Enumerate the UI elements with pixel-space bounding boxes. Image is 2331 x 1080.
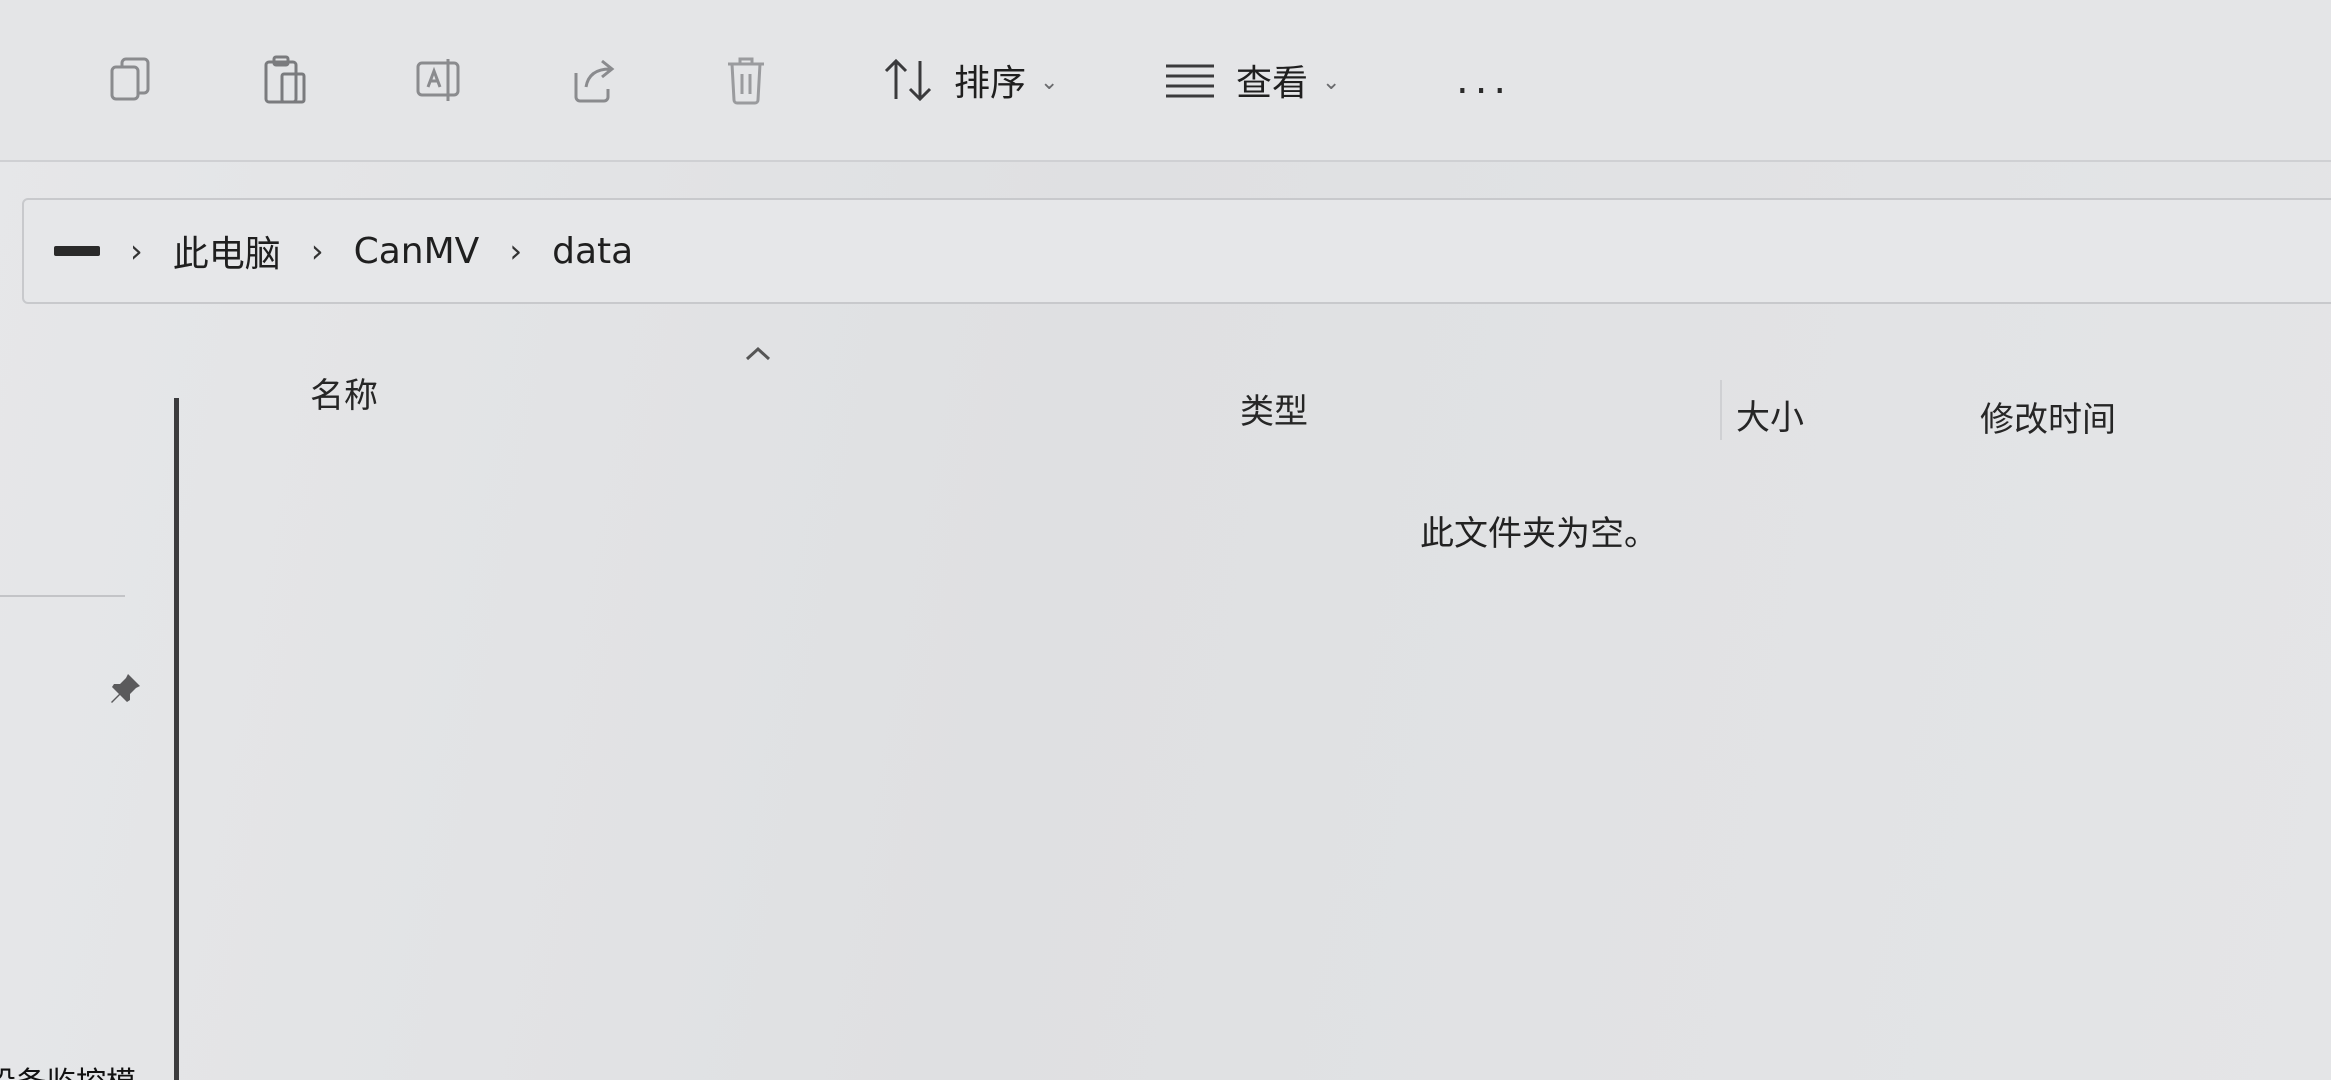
breadcrumb-this-pc[interactable]: 此电脑 (173, 225, 281, 277)
column-separator[interactable] (1720, 380, 1722, 440)
pane-splitter[interactable] (174, 398, 179, 1080)
chevron-right-icon: › (130, 232, 143, 270)
delete-icon (728, 57, 764, 105)
sort-ascending-icon (744, 346, 772, 366)
view-button[interactable]: 查看 ⌄ (1162, 52, 1340, 108)
rename-icon (416, 59, 460, 101)
share-icon (574, 59, 615, 103)
column-header-modified[interactable]: 修改时间 (1980, 392, 2116, 441)
sort-icon (884, 58, 932, 102)
paste-icon (264, 55, 306, 104)
more-icon: ... (1456, 57, 1513, 103)
column-header-name[interactable]: 名称 (310, 368, 378, 417)
empty-folder-message: 此文件夹为空。 (1420, 514, 1658, 554)
nav-divider (0, 595, 125, 597)
breadcrumb-canmv[interactable]: CanMV (354, 231, 480, 272)
list-view-icon (1166, 64, 1214, 98)
chevron-down-icon: ⌄ (1322, 69, 1341, 95)
sort-label: 排序 (954, 63, 1027, 104)
chevron-right-icon: › (310, 232, 324, 270)
column-header-type[interactable]: 类型 (1240, 384, 1308, 433)
copy-icon (110, 57, 150, 101)
more-options-button[interactable]: ... (1456, 52, 1512, 108)
share-button[interactable] (570, 52, 618, 108)
sort-button[interactable]: 排序 ⌄ (880, 52, 1058, 108)
navigation-pane (0, 330, 178, 1080)
column-header-size[interactable]: 大小 (1736, 390, 1804, 439)
rename-button[interactable] (414, 52, 466, 108)
drive-icon (54, 246, 100, 256)
breadcrumb-data[interactable]: data (552, 231, 633, 272)
file-explorer-window: 排序 ⌄ 查看 ⌄ ... › 此电脑 › CanMV › data 设备监控模 (0, 0, 2331, 1080)
copy-button[interactable] (108, 52, 154, 108)
command-bar: 排序 ⌄ 查看 ⌄ ... (0, 0, 2331, 162)
view-label: 查看 (1236, 63, 1309, 104)
pin-icon[interactable] (108, 672, 142, 710)
delete-button[interactable] (724, 52, 768, 108)
chevron-down-icon: ⌄ (1040, 69, 1059, 95)
chevron-right-icon: › (509, 232, 523, 270)
nav-item-partial[interactable]: 设备监控模 (0, 1058, 136, 1080)
paste-button[interactable] (262, 52, 310, 108)
breadcrumb[interactable]: › 此电脑 › CanMV › data (22, 198, 2331, 304)
